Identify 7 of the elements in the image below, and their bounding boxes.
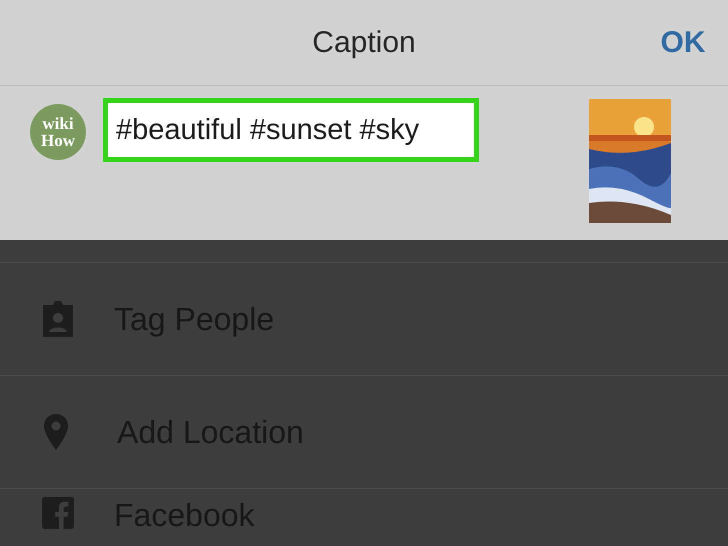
- ok-button[interactable]: OK: [618, 26, 728, 60]
- location-pin-icon: [43, 414, 69, 450]
- person-badge-icon: [40, 299, 76, 339]
- caption-field[interactable]: #beautiful #sunset #sky: [103, 98, 479, 162]
- facebook-icon: [42, 497, 74, 529]
- screen-title: Caption: [311, 26, 417, 60]
- avatar: wiki How: [30, 104, 86, 160]
